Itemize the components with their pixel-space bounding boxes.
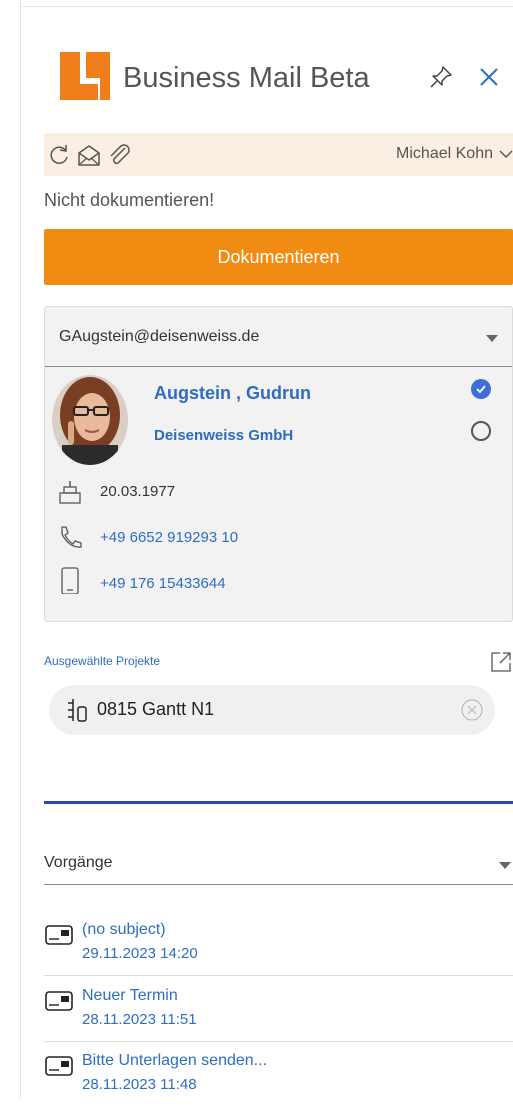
list-item[interactable]: (no subject) 29.11.2023 14:20 (44, 915, 513, 981)
user-name: Michael Kohn (396, 145, 493, 162)
close-icon[interactable] (476, 64, 502, 90)
processes-select[interactable]: Vorgänge (44, 846, 513, 885)
list-item[interactable]: Bitte Unterlagen senden... 28.11.2023 11… (44, 1046, 513, 1112)
mobile-link[interactable]: +49 176 15433644 (100, 575, 226, 592)
toolbar: Michael Kohn (44, 133, 513, 176)
birthday-cake-icon (59, 481, 81, 504)
phone-link[interactable]: +49 6652 919293 10 (100, 529, 238, 546)
processes-label: Vorgänge (44, 854, 113, 871)
caret-down-icon (499, 862, 511, 869)
radio-unchecked[interactable] (471, 421, 491, 441)
mobile-phone-icon (61, 567, 79, 594)
list-item-date: 28.11.2023 11:51 (82, 1011, 197, 1028)
selected-projects-label: Ausgewählte Projekte (44, 654, 161, 668)
app-title: Business Mail Beta (123, 62, 370, 94)
chevron-down-icon (499, 150, 513, 158)
list-divider (44, 975, 513, 976)
contact-name[interactable]: Augstein , Gudrun (154, 383, 311, 404)
message-card-icon (45, 1056, 73, 1076)
email-value: GAugstein@deisenweiss.de (59, 328, 260, 345)
open-external-icon[interactable] (489, 650, 513, 674)
project-chip-label: 0815 Gantt N1 (97, 699, 215, 719)
remove-circle-icon[interactable] (459, 697, 485, 723)
document-button[interactable]: Dokumentieren (44, 229, 513, 285)
contact-card: GAugstein@deisenweiss.de Augstein , Gudr… (44, 306, 513, 622)
project-chip[interactable]: 0815 Gantt N1 (49, 685, 495, 735)
pin-icon[interactable] (428, 64, 454, 90)
app-logo-icon (60, 52, 110, 100)
refresh-icon[interactable] (46, 142, 72, 168)
mail-open-icon[interactable] (76, 142, 102, 168)
check-icon (476, 385, 486, 394)
message-card-icon (45, 991, 73, 1011)
email-select[interactable]: GAugstein@deisenweiss.de (45, 307, 512, 367)
list-item-date: 28.11.2023 11:48 (82, 1076, 197, 1093)
frame-border (20, 0, 21, 1098)
birthday-text: 20.03.1977 (100, 483, 176, 500)
list-item[interactable]: Neuer Termin 28.11.2023 11:51 (44, 981, 513, 1047)
paperclip-icon[interactable] (106, 142, 132, 168)
user-select[interactable]: Michael Kohn (396, 145, 513, 163)
documentation-status-text: Nicht dokumentieren! (44, 190, 215, 210)
frame-top-border (20, 6, 513, 7)
list-divider (44, 1041, 513, 1042)
caret-down-icon (486, 335, 498, 342)
message-card-icon (45, 925, 73, 945)
avatar (52, 375, 128, 465)
list-item-title: Neuer Termin (82, 987, 178, 1004)
list-item-title: Bitte Unterlagen senden... (82, 1052, 268, 1069)
section-divider (44, 801, 513, 804)
project-icon (68, 699, 87, 722)
list-item-date: 29.11.2023 14:20 (82, 945, 198, 962)
contact-company[interactable]: Deisenweiss GmbH (154, 427, 293, 444)
list-item-title: (no subject) (82, 921, 166, 938)
phone-icon (61, 526, 82, 548)
radio-checked[interactable] (471, 379, 491, 399)
